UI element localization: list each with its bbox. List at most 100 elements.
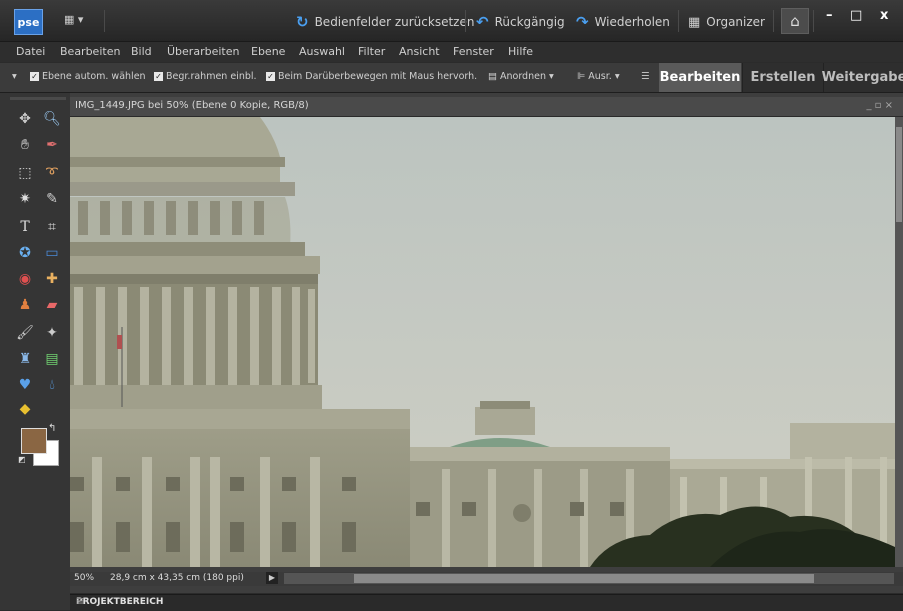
separator [104, 10, 105, 32]
menu-item-datei[interactable]: Datei [16, 45, 45, 58]
document-window-controls[interactable]: _ ▫ × [866, 100, 893, 111]
checkbox-checked-icon: ✓ [30, 72, 39, 81]
checkbox-checked-icon: ✓ [154, 72, 163, 81]
horizontal-scrollbar[interactable] [284, 573, 894, 584]
tab-weitergabe[interactable]: Weitergabe [822, 63, 903, 92]
minimize-button[interactable]: – [826, 8, 833, 23]
swap-colors-icon[interactable]: ↰ [48, 423, 56, 434]
lasso-tool-icon[interactable]: ➰︎ [41, 163, 63, 183]
default-colors-icon[interactable]: ◩ [18, 455, 26, 464]
arrange-icon: ▤ [488, 71, 497, 82]
gradient-tool-icon[interactable]: ▤ [41, 349, 63, 369]
status-bar: 50% 28,9 cm x 43,35 cm (180 ppi) ▶ [70, 572, 903, 586]
document-title: IMG_1449.JPG bei 50% (Ebene 0 Kopie, RGB… [75, 100, 309, 111]
menu-item-filter[interactable]: Filter [358, 45, 385, 58]
tab-erstellen[interactable]: Erstellen [742, 63, 823, 92]
chevron-down-icon: ▾ [614, 71, 620, 82]
menu-item-fenster[interactable]: Fenster [453, 45, 494, 58]
separator [678, 10, 679, 32]
menu-item-hilfe[interactable]: Hilfe [508, 45, 533, 58]
menu-item-auswahl[interactable]: Auswahl [299, 45, 345, 58]
bounding-box-label: Begr.rahmen einbl. [166, 71, 257, 82]
magic-wand-tool-icon[interactable]: ✷ [14, 189, 36, 209]
layout-grid-icon[interactable]: ▦ ▾ [64, 13, 94, 29]
arrange-label: Anordnen [499, 71, 546, 82]
distribute-icon[interactable]: ☰ [641, 71, 650, 82]
move-tool-icon[interactable]: ✥ [14, 109, 36, 129]
app-toolbar: pse ▦ ▾ ↻ Bedienfelder zurücksetzen ↶ Rü… [0, 0, 903, 42]
align-dropdown[interactable]: ⊫ Ausr. ▾ [577, 71, 620, 82]
foreground-color-swatch[interactable] [21, 428, 47, 454]
eraser-tool-icon[interactable]: ▰ [41, 295, 63, 315]
tool-options-bar: ▾ ✓ Ebene autom. wählen ✓ Begr.rahmen ei… [0, 63, 903, 93]
menu-item-ansicht[interactable]: Ansicht [399, 45, 440, 58]
cookie-cutter-tool-icon[interactable]: ✪ [14, 243, 36, 263]
close-button[interactable]: x [880, 8, 888, 23]
smart-brush-tool-icon[interactable]: ✦ [41, 323, 63, 343]
brush-tool-icon[interactable]: 🖌︎ [14, 323, 36, 343]
reset-panels-label: Bedienfelder zurücksetzen [314, 15, 475, 29]
menu-item-bearbeiten[interactable]: Bearbeiten [60, 45, 120, 58]
clone-stamp-tool-icon[interactable]: ♟ [14, 295, 36, 315]
organizer-button[interactable]: ▦ Organizer [688, 12, 765, 32]
crop-tool-icon[interactable]: ⌗ [41, 217, 63, 237]
image-canvas[interactable] [70, 117, 895, 567]
marquee-tool-icon[interactable]: ⬚ [14, 163, 36, 183]
align-label: Ausr. [588, 71, 612, 82]
panel-menu-icon[interactable]: ≡ [76, 596, 897, 607]
eyedropper-tool-icon[interactable]: ✒ [41, 135, 63, 155]
undo-button[interactable]: ↶ Rückgängig [476, 12, 565, 32]
chevron-down-icon: ▾ [548, 71, 554, 82]
capitol-photo [70, 117, 895, 567]
maximize-button[interactable]: □ [850, 8, 862, 23]
text-tool-icon[interactable]: T [14, 217, 36, 237]
redo-icon: ↷ [576, 13, 589, 31]
document-window: IMG_1449.JPG bei 50% (Ebene 0 Kopie, RGB… [70, 93, 903, 593]
auto-select-label: Ebene autom. wählen [42, 71, 146, 82]
organizer-icon: ▦ [688, 14, 701, 30]
paint-bucket-tool-icon[interactable]: ♜ [14, 349, 36, 369]
hover-highlight-label: Beim Darüberbewegen mit Maus hervorh. [278, 71, 478, 82]
zoom-tool-icon[interactable]: 🔍︎ [41, 109, 63, 129]
reset-icon: ↻ [296, 13, 309, 31]
options-menu-icon[interactable]: ▾ [12, 71, 17, 82]
custom-shape-tool-icon[interactable]: ♥ [14, 375, 36, 395]
horizontal-scrollbar-thumb[interactable] [354, 574, 814, 583]
document-dimensions: 28,9 cm x 43,35 cm (180 ppi) [110, 573, 244, 583]
reset-panels-button[interactable]: ↻ Bedienfelder zurücksetzen [296, 12, 474, 32]
status-menu-arrow-icon[interactable]: ▶ [266, 572, 278, 584]
vertical-scrollbar-thumb[interactable] [896, 127, 902, 222]
menu-item-ueberarbeiten[interactable]: Überarbeiten [167, 45, 239, 58]
vertical-scrollbar[interactable] [895, 117, 903, 567]
sponge-tool-icon[interactable]: ◆ [14, 399, 36, 419]
tab-bearbeiten[interactable]: Bearbeiten [659, 63, 741, 92]
app-logo: pse [14, 9, 43, 35]
undo-label: Rückgängig [494, 15, 565, 29]
redo-button[interactable]: ↷ Wiederholen [576, 12, 670, 32]
healing-brush-tool-icon[interactable]: ✚ [41, 269, 63, 289]
home-icon[interactable]: ⌂ [781, 8, 809, 34]
redo-label: Wiederholen [594, 15, 670, 29]
auto-select-checkbox[interactable]: ✓ Ebene autom. wählen [30, 71, 146, 82]
red-eye-tool-icon[interactable]: ◉ [14, 269, 36, 289]
checkbox-checked-icon: ✓ [266, 72, 275, 81]
blur-tool-icon[interactable]: 💧︎ [41, 375, 63, 395]
align-icon: ⊫ [577, 71, 586, 82]
quick-selection-tool-icon[interactable]: ✎ [41, 189, 63, 209]
menu-item-bild[interactable]: Bild [131, 45, 152, 58]
menu-item-ebene[interactable]: Ebene [251, 45, 285, 58]
toolbox-grip[interactable] [10, 97, 66, 100]
project-bin-bar[interactable]: PROJEKTBEREICH ≡ [70, 594, 903, 611]
undo-icon: ↶ [476, 13, 489, 31]
arrange-dropdown[interactable]: ▤ Anordnen ▾ [488, 71, 554, 82]
menu-bar: Datei Bearbeiten Bild Überarbeiten Ebene… [0, 42, 903, 62]
bounding-box-checkbox[interactable]: ✓ Begr.rahmen einbl. [154, 71, 257, 82]
straighten-tool-icon[interactable]: ▭ [41, 243, 63, 263]
separator [465, 10, 466, 32]
toolbox: ✥ 🔍︎ ✋︎ ✒ ⬚ ➰︎ ✷ ✎ T ⌗ ✪ ▭ ◉ ✚ ♟ ▰ 🖌︎ ✦ … [0, 93, 70, 610]
hover-highlight-checkbox[interactable]: ✓ Beim Darüberbewegen mit Maus hervorh. [266, 71, 477, 82]
zoom-level[interactable]: 50% [74, 573, 94, 583]
document-title-bar[interactable]: IMG_1449.JPG bei 50% (Ebene 0 Kopie, RGB… [70, 97, 903, 117]
separator [773, 10, 774, 32]
hand-tool-icon[interactable]: ✋︎ [14, 135, 36, 155]
